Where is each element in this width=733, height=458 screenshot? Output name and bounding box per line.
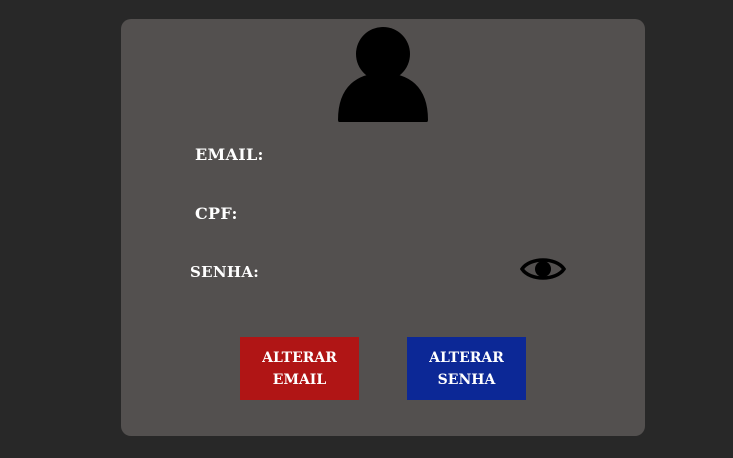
alterar-email-line2: EMAIL (272, 371, 327, 388)
cpf-label: CPF: (195, 204, 238, 223)
eye-icon[interactable] (520, 253, 566, 285)
email-label: EMAIL: (195, 145, 264, 164)
alterar-senha-line1: ALTERAR (429, 349, 504, 366)
profile-card: EMAIL: CPF: SENHA: ALTERAR EMAIL ALTERAR… (121, 19, 645, 436)
senha-label: SENHA: (190, 263, 260, 281)
user-icon (338, 27, 428, 122)
alterar-senha-line2: SENHA (437, 371, 496, 388)
alterar-email-button[interactable]: ALTERAR EMAIL (240, 337, 359, 400)
alterar-senha-button[interactable]: ALTERAR SENHA (407, 337, 526, 400)
alterar-email-line1: ALTERAR (262, 349, 337, 366)
